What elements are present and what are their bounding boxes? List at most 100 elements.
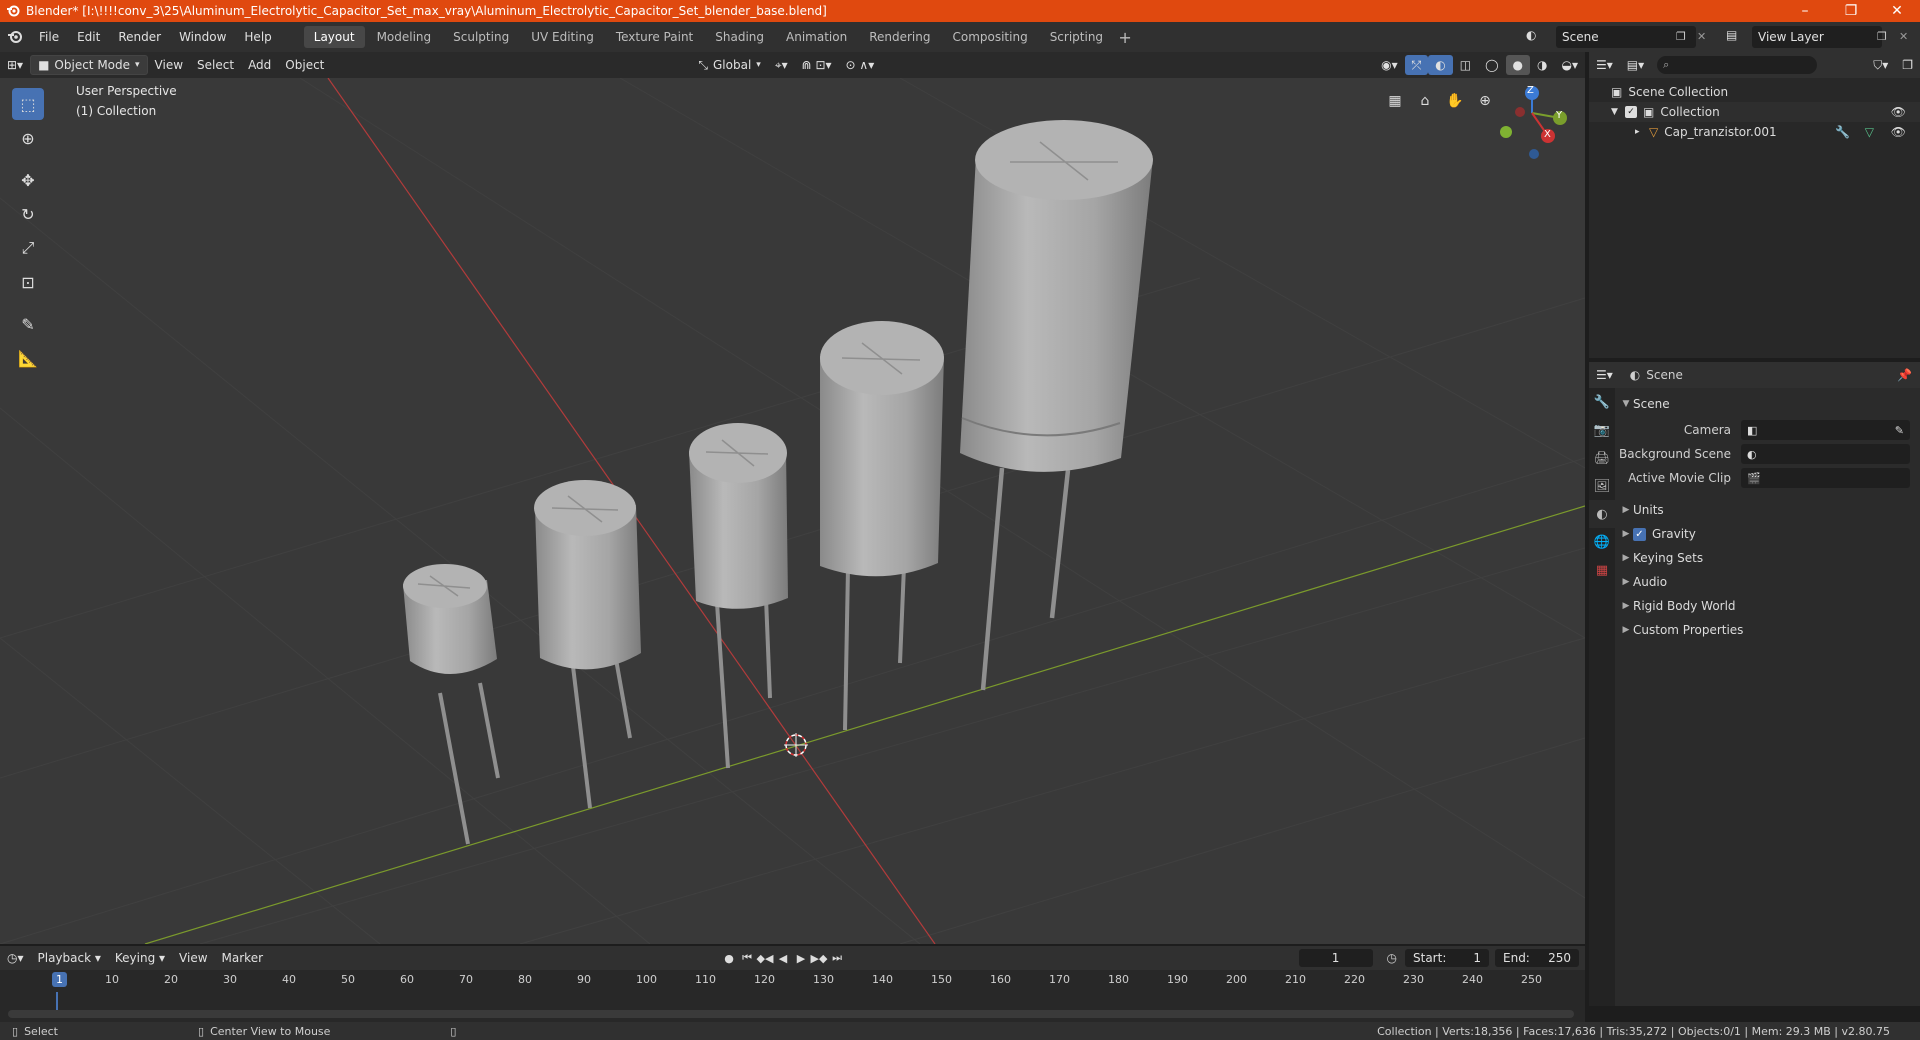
menu-marker[interactable]: Marker — [215, 948, 270, 968]
view-layer-remove-icon[interactable]: ✕ — [1899, 30, 1908, 43]
gizmo-z-label[interactable]: Z — [1527, 85, 1534, 96]
units-panel[interactable]: ▶ Units — [1619, 498, 1916, 522]
gravity-checkbox[interactable]: ✓ — [1633, 527, 1646, 541]
minimize-button[interactable]: – — [1782, 0, 1828, 22]
jump-end-icon[interactable]: ⏭ — [828, 949, 846, 967]
filter-icon[interactable]: ⛉▾ — [1866, 55, 1895, 75]
mesh-data-icon[interactable]: ▽ — [1865, 125, 1874, 139]
view-layer-new-icon[interactable]: ❐ — [1877, 30, 1887, 43]
view-layer-browse-icon[interactable]: ▤ — [1726, 28, 1748, 46]
editor-type-icon[interactable]: ⊞▾ — [0, 55, 30, 75]
next-keyframe-icon[interactable]: ▶◆ — [810, 949, 828, 967]
new-collection-icon[interactable]: ❐ — [1895, 55, 1920, 75]
outliner-search-input[interactable]: ⌕ — [1657, 56, 1818, 74]
orientation-selector[interactable]: ⤡ Global ▾ — [691, 55, 767, 75]
pan-hand-icon[interactable]: ✋ — [1442, 88, 1468, 114]
keying-sets-panel[interactable]: ▶ Keying Sets — [1619, 546, 1916, 570]
tab-sculpting[interactable]: Sculpting — [443, 26, 519, 48]
jump-start-icon[interactable]: ⏮ — [738, 949, 756, 967]
start-frame-field[interactable]: Start: 1 — [1405, 949, 1489, 967]
active-movie-clip-field[interactable]: 🎬 — [1741, 468, 1910, 488]
world-tab-icon[interactable]: 🌐 — [1589, 528, 1615, 556]
proportional-edit-icon[interactable]: ⊙ ∧▾ — [839, 55, 882, 75]
tab-uv-editing[interactable]: UV Editing — [521, 26, 604, 48]
scene-remove-icon[interactable]: ✕ — [1697, 30, 1706, 43]
outliner-row-collection[interactable]: ▼ ✓ ▣ Collection 👁 — [1589, 102, 1920, 122]
tab-animation[interactable]: Animation — [776, 26, 857, 48]
snap-icon[interactable]: ⋒ ⊡▾ — [795, 55, 839, 75]
tab-shading[interactable]: Shading — [705, 26, 774, 48]
tab-modeling[interactable]: Modeling — [367, 26, 442, 48]
timeline-area[interactable]: 1 10 20 30 40 50 60 70 80 90 100 110 120 130 140 150 160… — [0, 970, 1585, 1022]
select-box-tool-icon[interactable]: ⬚ — [12, 88, 44, 120]
add-workspace-button[interactable]: + — [1114, 28, 1136, 47]
menu-render[interactable]: Render — [109, 22, 170, 52]
menu-add[interactable]: Add — [241, 55, 278, 75]
outliner-editor-type-icon[interactable]: ☰▾ — [1589, 55, 1620, 75]
scene-selector[interactable]: Scene — [1556, 26, 1696, 48]
prev-keyframe-icon[interactable]: ◆◀ — [756, 949, 774, 967]
pin-icon[interactable]: 📌 — [1897, 368, 1912, 382]
display-mode-icon[interactable]: ▤▾ — [1620, 55, 1651, 75]
eye-icon[interactable]: 👁 — [1891, 105, 1906, 119]
tab-texture-paint[interactable]: Texture Paint — [606, 26, 703, 48]
rotate-tool-icon[interactable]: ↻ — [12, 198, 44, 230]
modifier-wrench-icon[interactable]: 🔧 — [1835, 125, 1850, 139]
gizmo-x-label[interactable]: X — [1544, 129, 1551, 140]
close-button[interactable]: ✕ — [1874, 0, 1920, 22]
record-icon[interactable]: ● — [720, 949, 738, 967]
tab-scripting[interactable]: Scripting — [1040, 26, 1113, 48]
menu-playback[interactable]: Playback ▾ — [31, 948, 108, 968]
transform-tool-icon[interactable]: ⊡ — [12, 266, 44, 298]
timeline-scrollbar[interactable] — [8, 1010, 1574, 1018]
outliner-row-scene-collection[interactable]: ▣ Scene Collection — [1589, 82, 1920, 102]
menu-keying[interactable]: Keying ▾ — [108, 948, 172, 968]
scene-new-icon[interactable]: ❐ — [1676, 30, 1686, 43]
menu-view[interactable]: View — [148, 55, 190, 75]
tool-properties-tab-icon[interactable]: 🔧 — [1589, 388, 1615, 416]
menu-select[interactable]: Select — [190, 55, 241, 75]
visibility-icon[interactable]: ◉▾ — [1374, 55, 1405, 75]
eyedropper-icon[interactable]: ✎ — [1895, 424, 1904, 437]
view-layer-tab-icon[interactable]: 🖼 — [1589, 472, 1615, 500]
annotate-tool-icon[interactable]: ✎ — [12, 308, 44, 340]
cursor-tool-icon[interactable]: ⊕ — [12, 122, 44, 154]
material-shading-icon[interactable]: ◑ — [1530, 55, 1554, 75]
output-properties-tab-icon[interactable]: 🖨 — [1589, 444, 1615, 472]
current-frame-field[interactable]: 1 — [1298, 949, 1373, 967]
scene-browse-icon[interactable]: ◐ — [1526, 28, 1548, 46]
rendered-shading-icon[interactable]: ◒▾ — [1555, 55, 1586, 75]
pivot-point-icon[interactable]: ⌖▾ — [768, 55, 795, 75]
tab-compositing[interactable]: Compositing — [942, 26, 1037, 48]
tab-layout[interactable]: Layout — [303, 26, 365, 48]
maximize-button[interactable]: ❐ — [1828, 0, 1874, 22]
move-tool-icon[interactable]: ✥ — [12, 164, 44, 196]
wireframe-shading-icon[interactable]: ◯ — [1478, 55, 1505, 75]
menu-file[interactable]: File — [30, 22, 68, 52]
menu-edit[interactable]: Edit — [68, 22, 109, 52]
mode-selector[interactable]: ■ Object Mode ▾ — [30, 55, 148, 75]
xray-toggle-icon[interactable]: ◫ — [1453, 55, 1478, 75]
frame-ruler[interactable]: 1 10 20 30 40 50 60 70 80 90 100 110 120 130 140 150 160… — [0, 972, 1585, 992]
gizmo-toggle-icon[interactable]: ⤱ — [1404, 55, 1429, 75]
3d-viewport[interactable]: Z Y X — [0, 78, 1585, 944]
clock-icon[interactable]: ◷ — [1387, 951, 1397, 965]
zoom-icon[interactable]: ⊕ — [1472, 88, 1498, 114]
render-properties-tab-icon[interactable]: 📷 — [1589, 416, 1615, 444]
view-layer-selector[interactable]: View Layer — [1752, 26, 1882, 48]
texture-tab-icon[interactable]: ▦ — [1589, 556, 1615, 584]
camera-field[interactable]: ◧ ✎ — [1741, 420, 1910, 440]
timeline-editor-type-icon[interactable]: ◷▾ — [0, 948, 31, 968]
grid-view-icon[interactable]: ▦ — [1382, 88, 1408, 114]
rigid-body-world-panel[interactable]: ▶ Rigid Body World — [1619, 594, 1916, 618]
menu-timeline-view[interactable]: View — [172, 948, 214, 968]
collection-checkbox[interactable]: ✓ — [1625, 106, 1637, 118]
solid-shading-icon[interactable]: ● — [1505, 55, 1531, 75]
menu-window[interactable]: Window — [170, 22, 235, 52]
camera-view-icon[interactable]: ⌂ — [1412, 88, 1438, 114]
blender-menu-icon[interactable] — [0, 29, 30, 45]
scene-tab-icon[interactable]: ◐ — [1589, 500, 1615, 528]
properties-editor-type-icon[interactable]: ☰▾ — [1589, 365, 1620, 385]
play-icon[interactable]: ▶ — [792, 949, 810, 967]
custom-properties-panel[interactable]: ▶ Custom Properties — [1619, 618, 1916, 642]
